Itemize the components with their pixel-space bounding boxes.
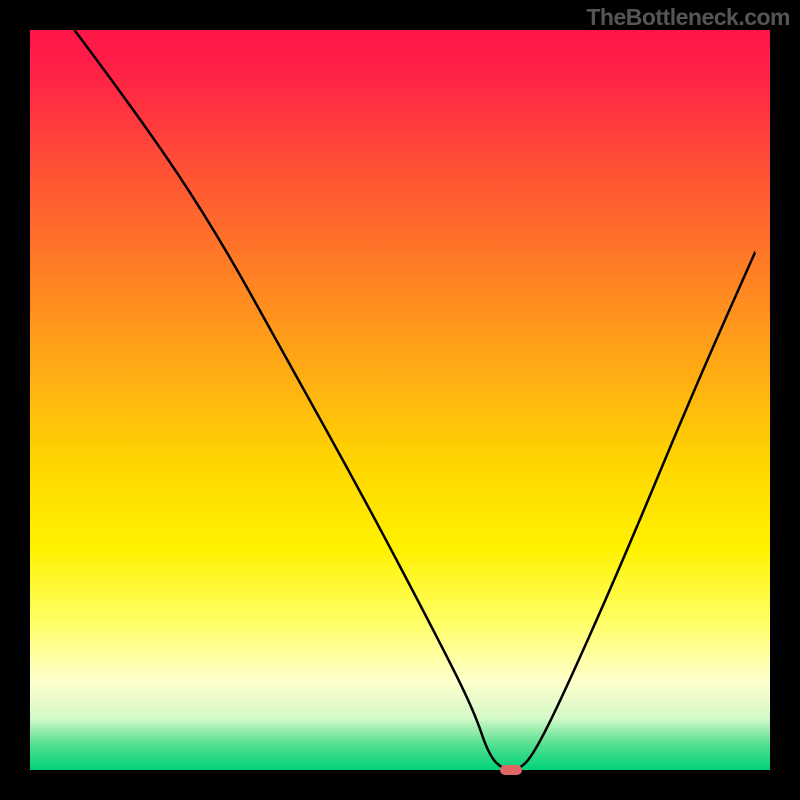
bottleneck-chart	[0, 0, 800, 800]
optimal-marker	[500, 765, 522, 775]
chart-container: TheBottleneck.com	[0, 0, 800, 800]
plot-background	[30, 30, 770, 770]
watermark-text: TheBottleneck.com	[586, 4, 790, 31]
